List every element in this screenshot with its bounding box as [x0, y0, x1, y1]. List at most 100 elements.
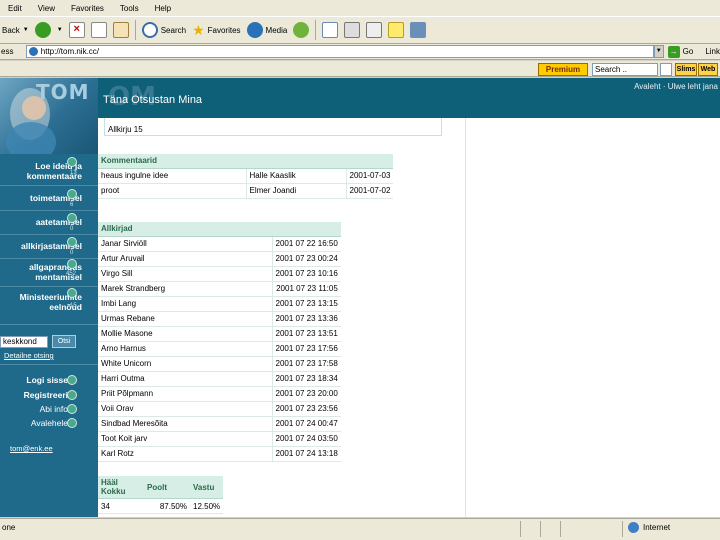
- toolbar-search-go-button[interactable]: [660, 63, 672, 76]
- sidebar: Loe ideid ja kommentaare 13 toimetamisel…: [0, 154, 98, 517]
- table-row[interactable]: heaus ingulne idee Halle Kaaslik 2001-07…: [98, 168, 394, 184]
- arrow-icon[interactable]: [67, 404, 77, 414]
- signed-time: 2001 07 23 10:16: [271, 266, 341, 282]
- site-logo[interactable]: TOM: [36, 80, 90, 104]
- menu-help[interactable]: Help: [155, 4, 171, 13]
- sidebar-count: 6: [70, 202, 74, 208]
- favorites-button[interactable]: ★ Favorites: [192, 22, 240, 39]
- go-label: Go: [682, 47, 694, 56]
- table-row: Harri Outma 2001 07 23 18:34: [98, 371, 341, 387]
- comment-title[interactable]: heaus ingulne idee: [98, 168, 246, 184]
- arrow-icon[interactable]: [67, 213, 77, 223]
- web-button[interactable]: Web: [698, 63, 718, 76]
- arrow-icon[interactable]: [67, 237, 77, 247]
- chevron-down-icon[interactable]: ▼: [23, 27, 29, 33]
- chevron-down-icon[interactable]: ▼: [57, 27, 63, 33]
- signer-name: Urmas Rebane: [98, 311, 272, 327]
- media-label: Media: [265, 25, 288, 35]
- signed-time: 2001 07 22 16:50: [271, 236, 341, 252]
- table-row[interactable]: proot Elmer Joandi 2001-07-02: [98, 183, 394, 199]
- messenger-icon[interactable]: [410, 22, 427, 38]
- address-dropdown-button[interactable]: ▼: [653, 45, 664, 58]
- menu-tools[interactable]: Tools: [120, 4, 139, 13]
- votes-for: 87.50%: [144, 498, 190, 514]
- comment-title[interactable]: proot: [98, 183, 246, 199]
- arrow-icon[interactable]: [67, 390, 77, 400]
- sidebar-divider: [0, 324, 98, 325]
- votes-against: 12.50%: [190, 498, 224, 514]
- forward-icon[interactable]: [34, 22, 51, 38]
- mail-icon[interactable]: [322, 22, 339, 38]
- signed-time: 2001 07 23 13:51: [271, 326, 341, 342]
- signed-time: 2001 07 23 13:15: [271, 296, 341, 312]
- site-search-button[interactable]: Otsi: [52, 335, 76, 348]
- arrow-icon[interactable]: [67, 189, 77, 199]
- page-viewport: TOM OM Täna Otsustan Mina Avaleht · Ulwe…: [0, 78, 720, 517]
- contact-email-link[interactable]: tom@enk.ee: [10, 444, 53, 453]
- print-icon[interactable]: [344, 22, 361, 38]
- table-row: Marek Strandberg 2001 07 23 11:05: [98, 281, 341, 297]
- back-label: Back: [2, 25, 20, 35]
- edit-icon[interactable]: [366, 22, 383, 38]
- table-row: Voii Orav 2001 07 23 23:56: [98, 401, 341, 417]
- home-link[interactable]: Avalehele: [0, 418, 68, 428]
- signer-name: Toot Koit jarv: [98, 431, 272, 447]
- go-button[interactable]: → Go: [667, 45, 694, 58]
- site-search-input[interactable]: keskkond: [0, 336, 48, 348]
- history-icon[interactable]: [293, 22, 310, 38]
- slims-button[interactable]: Slims: [675, 63, 697, 76]
- help-link[interactable]: Abi info: [0, 404, 68, 414]
- signer-name: Marek Strandberg: [98, 281, 272, 297]
- favorites-label: Favorites: [207, 25, 241, 35]
- toolbar-divider: [134, 20, 136, 40]
- refresh-icon[interactable]: [90, 22, 107, 38]
- address-bar: ess http://tom.nik.cc/ ▼ → Go Link: [0, 44, 720, 60]
- address-url: http://tom.nik.cc/: [40, 47, 100, 56]
- sidebar-count: 452: [66, 271, 77, 277]
- table-row: Mollie Masone 2001 07 23 13:51: [98, 326, 341, 342]
- signer-name: Artur Aruvail: [98, 251, 272, 267]
- votes-total: 34: [98, 498, 144, 514]
- stop-icon[interactable]: ×: [68, 22, 85, 38]
- premium-button[interactable]: Premium: [538, 63, 588, 76]
- arrow-icon[interactable]: [67, 288, 77, 298]
- menu-favorites[interactable]: Favorites: [71, 4, 104, 13]
- notes-icon[interactable]: [388, 22, 405, 38]
- signer-name: Arno Harnus: [98, 341, 272, 357]
- arrow-icon[interactable]: [67, 259, 77, 269]
- table-row: White Unicorn 2001 07 23 17:58: [98, 356, 341, 372]
- top-links[interactable]: Avaleht · Ulwe leht jana: [634, 82, 718, 91]
- sidebar-count: 0: [70, 226, 74, 232]
- signer-name: Imbi Lang: [98, 296, 272, 312]
- menu-view[interactable]: View: [38, 4, 55, 13]
- toolbar-search-input[interactable]: Search ..: [592, 63, 658, 76]
- table-row: Janar Sirviöll 2001 07 22 16:50: [98, 236, 341, 252]
- comment-author: Elmer Joandi: [245, 183, 346, 199]
- signer-name: Janar Sirviöll: [98, 236, 272, 252]
- address-label: ess: [1, 47, 14, 56]
- votes-against-header: Vastu: [190, 476, 224, 499]
- browser-toolbar: Back ▼ ▼ × Search ★ Favorites Media: [0, 16, 720, 44]
- home-icon[interactable]: [112, 22, 129, 38]
- arrow-icon[interactable]: [67, 418, 77, 428]
- sidebar-divider: [0, 364, 98, 365]
- links-label[interactable]: Link: [705, 47, 720, 56]
- star-icon: ★: [192, 21, 205, 38]
- menu-edit[interactable]: Edit: [8, 4, 22, 13]
- register-link[interactable]: Registreeri: [0, 390, 68, 400]
- detailed-search-link[interactable]: Detailne otsing: [4, 351, 54, 360]
- search-button[interactable]: Search: [141, 22, 187, 38]
- search-label: Search: [160, 25, 187, 35]
- address-input[interactable]: http://tom.nik.cc/: [25, 45, 654, 58]
- media-button[interactable]: Media: [246, 22, 288, 38]
- table-row: Toot Koit jarv 2001 07 24 03:50: [98, 431, 341, 447]
- back-button[interactable]: Back ▼: [2, 26, 29, 35]
- arrow-icon[interactable]: [67, 157, 77, 167]
- status-divider: [560, 521, 561, 537]
- signer-name: Karl Rotz: [98, 446, 272, 462]
- signed-time: 2001 07 24 00:47: [271, 416, 341, 432]
- security-zone: Internet: [628, 522, 670, 533]
- login-link[interactable]: Logi sisse: [0, 375, 68, 385]
- summary-box: [104, 118, 442, 136]
- arrow-icon[interactable]: [67, 375, 77, 385]
